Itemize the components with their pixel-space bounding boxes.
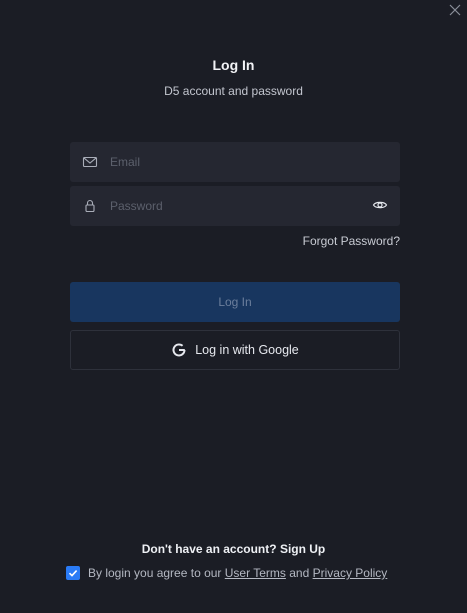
user-terms-link[interactable]: User Terms	[225, 566, 286, 580]
close-icon[interactable]	[448, 3, 462, 17]
google-login-button[interactable]: Log in with Google	[70, 330, 400, 370]
no-account-text: Don't have an account?	[141, 542, 277, 556]
email-field[interactable]	[70, 142, 400, 182]
password-input[interactable]	[110, 186, 360, 226]
login-button[interactable]: Log In	[70, 282, 400, 322]
eye-icon[interactable]	[372, 197, 388, 213]
password-field[interactable]	[70, 186, 400, 226]
and-text: and	[289, 566, 310, 580]
lock-icon	[82, 198, 98, 214]
sign-up-link[interactable]: Sign Up	[280, 542, 325, 556]
login-dialog: Log In D5 account and password Forgot Pa…	[0, 0, 467, 613]
signup-prompt: Don't have an account? Sign Up	[0, 542, 467, 556]
terms-agreement: By login you agree to our User Terms and…	[66, 566, 387, 580]
mail-icon	[82, 154, 98, 170]
agree-prefix-text: By login you agree to our	[88, 566, 222, 580]
email-input[interactable]	[110, 142, 360, 182]
google-icon	[172, 343, 186, 357]
agree-checkbox[interactable]	[66, 566, 80, 580]
page-subtitle: D5 account and password	[164, 84, 303, 98]
privacy-policy-link[interactable]: Privacy Policy	[313, 566, 388, 580]
page-title: Log In	[212, 57, 255, 73]
google-login-label: Log in with Google	[195, 343, 299, 357]
forgot-password-link[interactable]: Forgot Password?	[303, 234, 400, 248]
